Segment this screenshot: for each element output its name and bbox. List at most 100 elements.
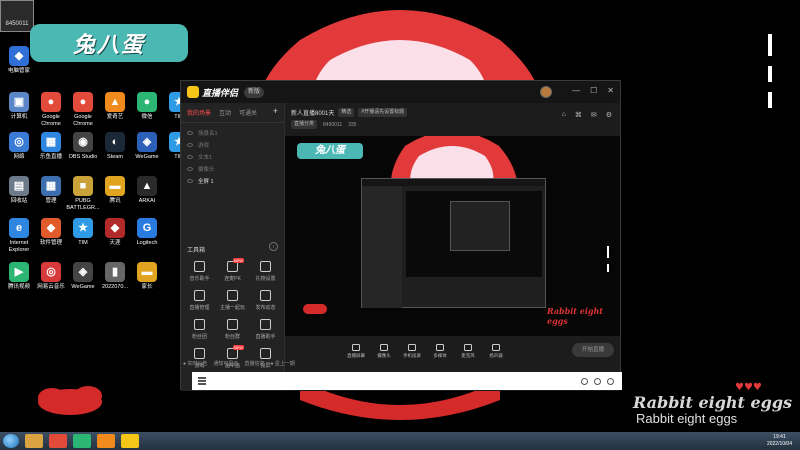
share-icon[interactable]: ⌘ <box>575 111 582 119</box>
toolbox-item[interactable]: NEW 连麦PK <box>216 258 249 282</box>
start-live-button[interactable]: 开始直播 <box>572 343 614 357</box>
eye-icon[interactable] <box>187 143 193 147</box>
desktop-icon[interactable]: ▶ 腾讯视频 <box>2 262 36 291</box>
toolbox-item[interactable]: 粉丝群 <box>216 319 249 340</box>
tab-levels[interactable]: 可通关 <box>239 108 257 117</box>
desktop-icon[interactable]: ◎ 网络 <box>2 132 36 161</box>
toolbox-item-label: 直播管理 <box>189 305 210 311</box>
toolbox-item[interactable]: 音乐助手 <box>183 261 216 282</box>
toolbox-more-button[interactable]: › <box>269 242 278 251</box>
desktop-icon[interactable]: ◐ Steam <box>98 132 132 161</box>
desktop-icon[interactable]: e Internet Explorer <box>2 218 36 254</box>
image-icon[interactable] <box>594 377 601 385</box>
toolbox-item[interactable]: 直播管理 <box>183 290 216 311</box>
room-category[interactable]: 直播分类 <box>291 120 318 129</box>
desktop-icon[interactable]: ◆ 天涯 <box>98 218 132 247</box>
desktop-app-icon: ▣ <box>9 92 29 112</box>
desktop-icon[interactable]: ■ PUBG BATTLEGR... <box>66 176 100 212</box>
add-scene-button[interactable]: + <box>273 107 278 117</box>
desktop-icon[interactable]: ▦ 乐鱼直播 <box>34 132 68 161</box>
toolbox-item[interactable]: 直播助手 <box>249 319 282 340</box>
taskbar-live-companion-icon[interactable] <box>121 434 139 448</box>
clock-time: 19:41 <box>773 434 786 440</box>
taskbar-clock[interactable]: 19:41 2022/10/04 <box>767 434 792 448</box>
desktop-icon[interactable]: ▬ 家长 <box>130 262 164 291</box>
desktop-icon[interactable]: ★ TIM <box>66 218 100 247</box>
scene-item[interactable]: 全屏 1 <box>181 175 284 187</box>
room-title[interactable]: 新人直播8001天 <box>291 108 334 117</box>
desktop-icon[interactable]: ● 微信 <box>130 92 164 121</box>
desktop-icon[interactable]: ◉ OBS Studio <box>66 132 100 161</box>
status-item[interactable]: 通知可显示 <box>213 360 238 367</box>
scene-item[interactable]: 场景名1 <box>181 127 284 139</box>
app-logo-icon <box>187 86 199 98</box>
start-button[interactable] <box>3 434 19 448</box>
app-brand: 直播伴侣 <box>187 86 238 99</box>
taskbar-app-icon[interactable] <box>97 434 115 448</box>
desktop-icon[interactable]: ◆ 电脑管家 <box>2 46 36 75</box>
avatar[interactable] <box>540 86 553 98</box>
desktop-icon[interactable]: G Logitech <box>130 218 164 247</box>
desktop-icon[interactable]: ▬ 腾讯 <box>98 176 132 205</box>
eye-icon[interactable] <box>187 179 193 183</box>
taskbar-chrome-icon[interactable] <box>49 434 67 448</box>
window-controls: — ☐ ✕ <box>540 86 614 98</box>
desktop-icon-label: 回收站 <box>10 198 28 204</box>
eye-icon[interactable] <box>187 167 193 171</box>
taskbar-media-icon[interactable] <box>73 434 91 448</box>
toolbox-item-label: 粉丝群 <box>224 334 240 340</box>
desktop-icon[interactable]: ● Google Chrome <box>34 92 68 128</box>
stream-preview[interactable]: 兔八蛋 Rabbit eight eggs <box>285 136 620 336</box>
emoji-icon[interactable] <box>581 377 588 385</box>
desktop-app-icon: ▬ <box>137 262 157 282</box>
clock-date: 2022/10/04 <box>766 441 792 447</box>
room-tag-hint[interactable]: #开播请先设置标题 <box>358 108 408 117</box>
desktop-icon[interactable]: ▲ ARKAI <box>130 176 164 205</box>
status-item[interactable]: ● 实时公告 <box>183 360 207 367</box>
scene-item[interactable]: 摄像头 <box>181 163 284 175</box>
desktop-icon[interactable]: ◈ WeGame <box>130 132 164 161</box>
scene-item[interactable]: 文本1 <box>181 151 284 163</box>
desktop-icon[interactable]: ▣ 计算机 <box>2 92 36 121</box>
gift-icon[interactable]: ⌂ <box>562 111 566 119</box>
desktop-icon[interactable]: ◎ 网易云音乐 <box>34 262 68 291</box>
room-tag-featured[interactable]: 精选 <box>338 108 355 117</box>
settings-icon[interactable]: ⚙ <box>606 111 612 119</box>
app-name: 直播伴侣 <box>202 87 239 98</box>
desktop-icon[interactable]: ▲ 爱奇艺 <box>98 92 132 121</box>
toolbox-item[interactable]: 粉丝团 <box>183 319 216 340</box>
desktop-icon[interactable]: ● Google Chrome <box>66 92 100 128</box>
toolbox-item[interactable]: 礼物设置 <box>249 261 282 282</box>
taskbar: 19:41 2022/10/04 <box>0 432 800 450</box>
version-badge[interactable]: 新版 <box>244 86 265 98</box>
eye-icon[interactable] <box>187 155 193 159</box>
scene-item[interactable]: 游戏 <box>181 139 284 151</box>
status-item[interactable]: 直播信息 <box>244 360 264 367</box>
toolbox-item-label: 直播助手 <box>255 334 276 340</box>
desktop-app-icon: ▮ <box>105 262 125 282</box>
toolbox-item[interactable]: 发布动态 <box>249 290 282 311</box>
desktop-icon[interactable]: ◆ 软件管理 <box>34 218 68 247</box>
source-icon <box>492 343 500 351</box>
status-item[interactable]: ● 星上一期 <box>270 360 294 367</box>
desktop-icon-label: WeGame <box>135 154 159 160</box>
maximize-button[interactable]: ☐ <box>590 86 597 98</box>
message-icon[interactable]: ✉ <box>591 111 597 119</box>
send-icon[interactable] <box>607 377 614 385</box>
eye-icon[interactable] <box>187 131 193 135</box>
desktop-icon[interactable]: ◈ WeGame <box>66 262 100 291</box>
desktop-icon[interactable]: ▦ 管理 <box>34 176 68 205</box>
minimize-button[interactable]: — <box>572 86 580 98</box>
toolbox-item[interactable]: 主播一起玩 <box>216 290 249 311</box>
wallpaper-rabbit-subtitle: Rabbit eight eggs <box>636 411 738 426</box>
tab-my-scenes[interactable]: 我的场景 <box>187 108 211 117</box>
desktop-icon[interactable]: ▮ 2022070... <box>98 262 132 291</box>
tool-icon <box>260 319 271 330</box>
menu-icon[interactable] <box>198 380 206 382</box>
tab-interaction[interactable]: 互动 <box>219 108 231 117</box>
desktop-icon-label: 爱奇艺 <box>106 114 124 120</box>
desktop-app-icon: ▲ <box>137 176 157 196</box>
taskbar-explorer-icon[interactable] <box>25 434 43 448</box>
desktop-icon[interactable]: ▤ 回收站 <box>2 176 36 205</box>
close-button[interactable]: ✕ <box>607 86 614 98</box>
